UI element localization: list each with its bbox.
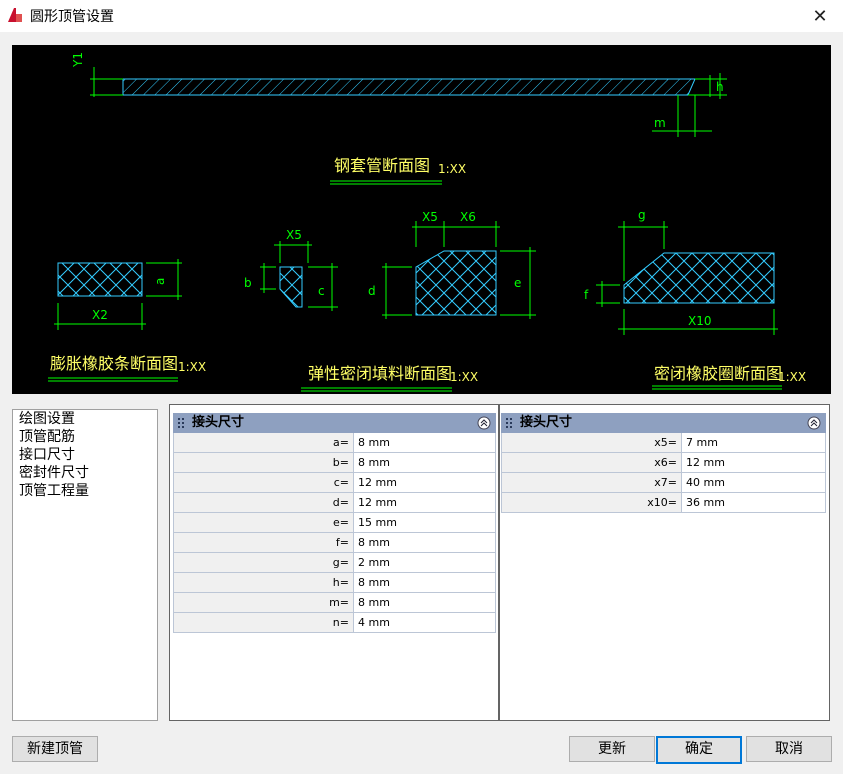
property-value-field[interactable]: 2 mm xyxy=(354,553,495,572)
dim-x5-small: X5 xyxy=(286,228,302,242)
property-key: x10= xyxy=(502,493,682,512)
property-key: x6= xyxy=(502,453,682,472)
steel-section-label: 钢套管断面图 xyxy=(334,156,430,175)
drawing-preview: Y1 h m a X2 X5 b c X5 X6 d e g f X10 钢套管… xyxy=(12,45,831,394)
property-row[interactable]: b= 8 mm xyxy=(173,453,496,473)
tree-item-pipe-rebar[interactable]: 顶管配筋 xyxy=(13,428,157,446)
group-header: 接头尺寸 xyxy=(501,413,826,433)
grip-icon xyxy=(506,418,512,428)
collapse-icon[interactable] xyxy=(477,416,491,430)
dim-y1: Y1 xyxy=(71,52,85,68)
dim-x10: X10 xyxy=(688,314,712,328)
settings-tree: 绘图设置 顶管配筋 接口尺寸 密封件尺寸 顶管工程量 xyxy=(12,409,158,721)
dim-m: m xyxy=(654,116,666,130)
property-key: h= xyxy=(174,573,354,592)
property-value-field[interactable]: 4 mm xyxy=(354,613,495,632)
filler-scale: 1:XX xyxy=(450,370,478,384)
property-value-field[interactable]: 15 mm xyxy=(354,513,495,532)
property-value-field[interactable]: 40 mm xyxy=(682,473,825,492)
title-bar: 圆形顶管设置 ✕ xyxy=(0,0,843,32)
property-row[interactable]: a= 8 mm xyxy=(173,433,496,453)
rubber-strip-scale: 1:XX xyxy=(178,360,206,374)
dim-c: c xyxy=(318,284,325,298)
property-value-field[interactable]: 7 mm xyxy=(682,433,825,452)
property-key: e= xyxy=(174,513,354,532)
property-key: g= xyxy=(174,553,354,572)
property-row[interactable]: e= 15 mm xyxy=(173,513,496,533)
cancel-button[interactable]: 取消 xyxy=(746,736,832,762)
seal-ring-label: 密闭橡胶圈断面图 xyxy=(654,364,782,383)
rubber-strip-label: 膨胀橡胶条断面图 xyxy=(50,354,178,373)
group-header: 接头尺寸 xyxy=(173,413,496,433)
property-value-field[interactable]: 8 mm xyxy=(354,573,495,592)
property-value-field[interactable]: 8 mm xyxy=(354,433,495,452)
dim-e: e xyxy=(514,276,521,290)
dim-d: d xyxy=(368,284,376,298)
group-title: 接头尺寸 xyxy=(192,415,245,430)
property-key: a= xyxy=(174,433,354,452)
property-value-field[interactable]: 8 mm xyxy=(354,593,495,612)
grip-icon xyxy=(178,418,184,428)
property-value-field[interactable]: 8 mm xyxy=(354,453,495,472)
group-title: 接头尺寸 xyxy=(520,415,573,430)
property-row[interactable]: x5= 7 mm xyxy=(501,433,826,453)
dim-a: a xyxy=(153,278,167,285)
property-key: x7= xyxy=(502,473,682,492)
property-key: n= xyxy=(174,613,354,632)
close-icon: ✕ xyxy=(812,5,828,27)
dim-x5: X5 xyxy=(422,210,438,224)
dim-b: b xyxy=(244,276,252,290)
filler-label: 弹性密闭填料断面图 xyxy=(308,364,452,383)
tree-item-joint-size[interactable]: 接口尺寸 xyxy=(13,446,157,464)
property-row[interactable]: x7= 40 mm xyxy=(501,473,826,493)
tree-item-drawing-settings[interactable]: 绘图设置 xyxy=(13,410,157,428)
panel-divider[interactable] xyxy=(498,405,500,720)
update-button[interactable]: 更新 xyxy=(569,736,655,762)
dim-x2: X2 xyxy=(92,308,108,322)
property-row[interactable]: c= 12 mm xyxy=(173,473,496,493)
property-key: c= xyxy=(174,473,354,492)
tree-item-seal-size[interactable]: 密封件尺寸 xyxy=(13,464,157,482)
property-value-field[interactable]: 12 mm xyxy=(354,473,495,492)
close-button[interactable]: ✕ xyxy=(797,0,843,32)
property-grid-area: 接头尺寸 a= 8 mm b= 8 mm c= 12 mm d= 12 mm e= 15 mm f=… xyxy=(169,404,830,721)
dim-g: g xyxy=(638,208,646,222)
window-title: 圆形顶管设置 xyxy=(30,9,114,25)
new-pipe-button[interactable]: 新建顶管 xyxy=(12,736,98,762)
preview-canvas: Y1 h m a X2 X5 b c X5 X6 d e g f X10 钢套管… xyxy=(48,52,806,392)
property-key: f= xyxy=(174,533,354,552)
property-row[interactable]: g= 2 mm xyxy=(173,553,496,573)
property-row[interactable]: x6= 12 mm xyxy=(501,453,826,473)
collapse-icon[interactable] xyxy=(807,416,821,430)
dim-f: f xyxy=(584,288,589,302)
property-row[interactable]: d= 12 mm xyxy=(173,493,496,513)
property-key: d= xyxy=(174,493,354,512)
property-value-field[interactable]: 36 mm xyxy=(682,493,825,512)
property-key: m= xyxy=(174,593,354,612)
dim-x6: X6 xyxy=(460,210,476,224)
ok-button[interactable]: 确定 xyxy=(656,736,742,764)
dim-h: h xyxy=(716,80,724,94)
property-row[interactable]: x10= 36 mm xyxy=(501,493,826,513)
property-key: b= xyxy=(174,453,354,472)
joint-size-group-right: 接头尺寸 x5= 7 mm x6= 12 mm x7= 40 mm x10= 36 mm xyxy=(501,413,826,513)
property-value-field[interactable]: 8 mm xyxy=(354,533,495,552)
property-key: x5= xyxy=(502,433,682,452)
app-logo-icon xyxy=(8,8,22,22)
property-row[interactable]: n= 4 mm xyxy=(173,613,496,633)
tree-item-quantities[interactable]: 顶管工程量 xyxy=(13,482,157,500)
property-row[interactable]: h= 8 mm xyxy=(173,573,496,593)
property-row[interactable]: f= 8 mm xyxy=(173,533,496,553)
property-value-field[interactable]: 12 mm xyxy=(354,493,495,512)
steel-scale: 1:XX xyxy=(438,162,466,176)
seal-ring-scale: 1:XX xyxy=(778,370,806,384)
joint-size-group-left: 接头尺寸 a= 8 mm b= 8 mm c= 12 mm d= 12 mm e= 15 mm f=… xyxy=(173,413,496,633)
property-value-field[interactable]: 12 mm xyxy=(682,453,825,472)
property-row[interactable]: m= 8 mm xyxy=(173,593,496,613)
